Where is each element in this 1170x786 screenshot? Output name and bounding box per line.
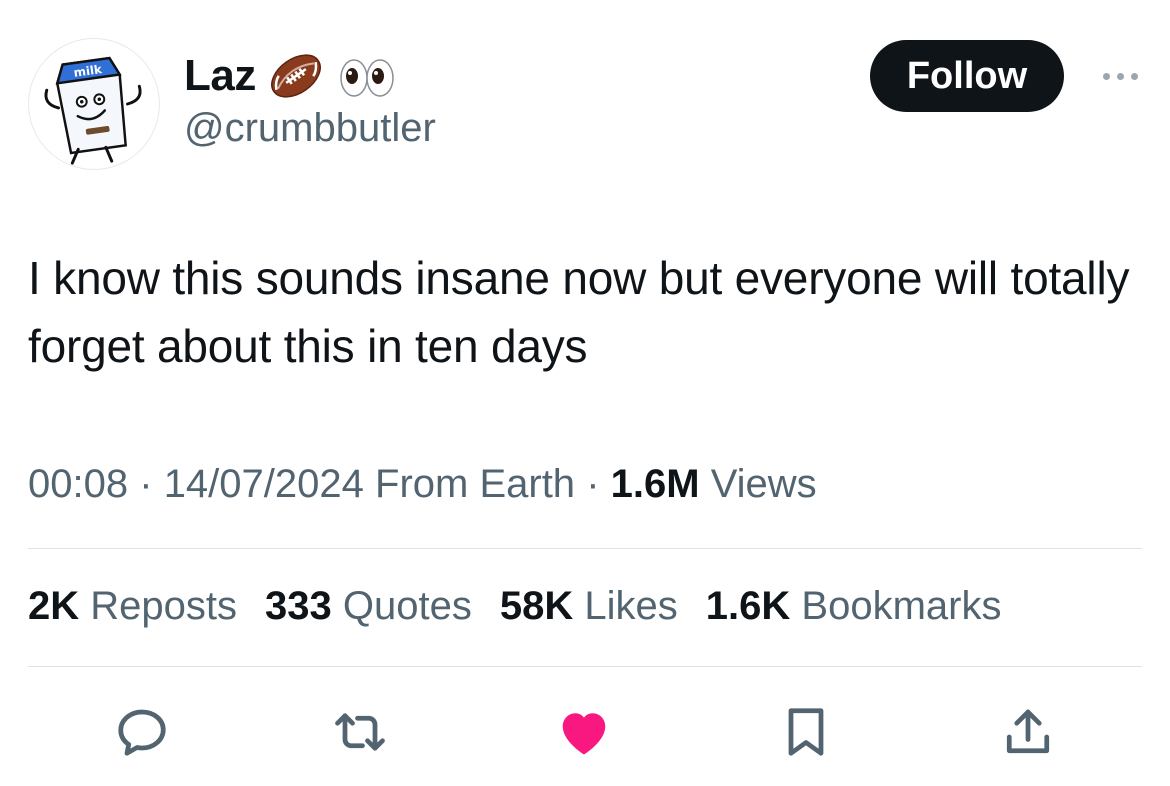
tweet-text: I know this sounds insane now but everyo…	[28, 252, 1130, 372]
divider	[28, 548, 1142, 549]
likes-stat[interactable]: 58K Likes	[500, 584, 678, 629]
views-count: 1.6M	[610, 462, 700, 506]
reply-icon[interactable]	[110, 700, 174, 764]
tweet-time[interactable]: 00:08	[28, 462, 128, 506]
bookmarks-stat[interactable]: 1.6K Bookmarks	[706, 584, 1002, 629]
quotes-stat[interactable]: 333 Quotes	[265, 584, 472, 629]
tweet-meta: 00:08 · 14/07/2024 From Earth · 1.6M Vie…	[28, 462, 817, 507]
bookmarks-count: 1.6K	[705, 584, 791, 628]
meta-separator: ·	[139, 462, 153, 506]
reposts-count: 2K	[28, 584, 80, 628]
reposts-stat[interactable]: 2K Reposts	[28, 584, 237, 629]
bookmark-icon[interactable]	[774, 700, 838, 764]
more-dot	[1116, 72, 1124, 80]
likes-label: Likes	[584, 584, 678, 628]
eyes-icon	[336, 46, 396, 106]
more-dot	[1130, 72, 1138, 80]
repost-icon[interactable]	[328, 700, 392, 764]
views-label: Views	[710, 462, 817, 506]
meta-separator: ·	[586, 462, 600, 506]
more-dot	[1102, 72, 1110, 80]
likes-count: 58K	[499, 584, 574, 628]
author-handle[interactable]: @crumbbutler	[184, 106, 436, 151]
like-icon[interactable]	[552, 700, 616, 764]
author-name-row: Laz	[184, 44, 396, 108]
share-icon[interactable]	[996, 700, 1060, 764]
tweet-date[interactable]: 14/07/2024	[164, 462, 364, 506]
quotes-label: Quotes	[342, 584, 472, 628]
tweet-source: From Earth	[375, 462, 576, 506]
more-options-icon[interactable]	[1090, 58, 1150, 94]
reposts-label: Reposts	[90, 584, 238, 628]
follow-button[interactable]: Follow	[870, 40, 1064, 112]
avatar[interactable]: milk	[28, 38, 160, 170]
divider	[28, 666, 1142, 667]
quotes-count: 333	[265, 584, 332, 628]
milk-carton-avatar-icon: milk	[44, 56, 142, 165]
author-display-name[interactable]: Laz	[184, 51, 256, 101]
bookmarks-label: Bookmarks	[801, 584, 1002, 628]
football-icon	[266, 46, 326, 106]
engagement-stats: 2K Reposts 333 Quotes 58K Likes 1.6K Boo…	[28, 584, 1001, 629]
